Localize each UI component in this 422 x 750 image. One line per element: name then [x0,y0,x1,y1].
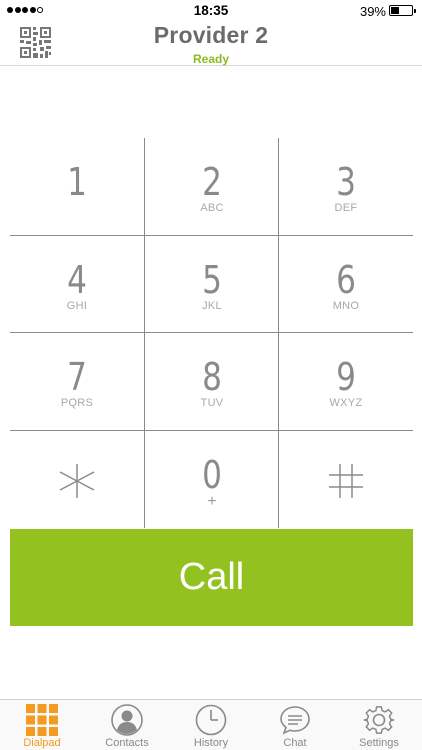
tab-contacts[interactable]: Contacts [85,700,169,750]
key-digit: 6 [336,258,356,302]
status-time: 18:35 [193,3,229,18]
key-letters: GHI [66,300,88,312]
key-digit: 1 [67,160,87,204]
key-letters: DEF [334,202,358,214]
tab-label: Contacts [105,737,149,749]
key-letters: MNO [332,300,360,312]
key-digit: 7 [67,355,87,399]
key-letters: JKL [202,300,222,312]
call-button[interactable]: Call [10,529,413,626]
settings-icon [363,706,395,734]
key-plus: + [207,493,217,510]
key-4[interactable]: 4 GHI [10,236,144,333]
key-0[interactable]: 0 + [145,431,279,528]
chat-icon [280,706,310,735]
tab-dialpad[interactable]: Dialpad [0,700,84,750]
key-digit: 0 [202,453,222,497]
key-letters: WXYZ [329,397,363,409]
hash-icon [329,464,363,498]
key-hash[interactable] [279,431,413,528]
key-letters: TUV [200,397,224,409]
key-3[interactable]: 3 DEF [279,138,413,235]
key-star[interactable] [10,431,144,528]
dialpad-icon [26,704,58,736]
tab-chat[interactable]: Chat [253,700,337,750]
key-letters: ABC [200,202,224,214]
key-digit: 3 [336,160,356,204]
history-icon [195,704,227,736]
key-digit: 2 [202,160,222,204]
battery-icon [389,5,416,16]
tab-history[interactable]: History [169,700,253,750]
key-2[interactable]: 2 ABC [145,138,279,235]
key-digit: 5 [202,258,222,302]
header: Provider 2 Ready [0,22,422,66]
key-9[interactable]: 9 WXYZ [279,333,413,430]
battery-percentage: 39% [359,4,386,19]
registration-status: Ready [192,52,230,66]
asterisk-icon [59,464,95,498]
tab-settings[interactable]: Settings [337,700,421,750]
key-6[interactable]: 6 MNO [279,236,413,333]
key-8[interactable]: 8 TUV [145,333,279,430]
tab-label: Settings [359,737,399,749]
tab-label: Dialpad [23,737,61,749]
page-title: Provider 2 [153,22,269,48]
dialpad: 1 2 ABC 3 DEF 4 GHI 5 JKL 6 MNO 7 PQRS 8… [10,138,413,528]
key-digit: 8 [202,355,222,399]
battery-fill [391,7,399,14]
key-digit: 4 [67,258,87,302]
tab-label: Chat [283,737,307,749]
status-bar: 18:35 39% [0,0,422,22]
key-1[interactable]: 1 [10,138,144,235]
contacts-icon [111,704,143,736]
key-letters: PQRS [60,397,94,409]
key-5[interactable]: 5 JKL [145,236,279,333]
tab-bar: Dialpad Contacts History Chat Settings [0,699,422,750]
tab-label: History [193,737,229,749]
key-7[interactable]: 7 PQRS [10,333,144,430]
key-digit: 9 [336,355,356,399]
